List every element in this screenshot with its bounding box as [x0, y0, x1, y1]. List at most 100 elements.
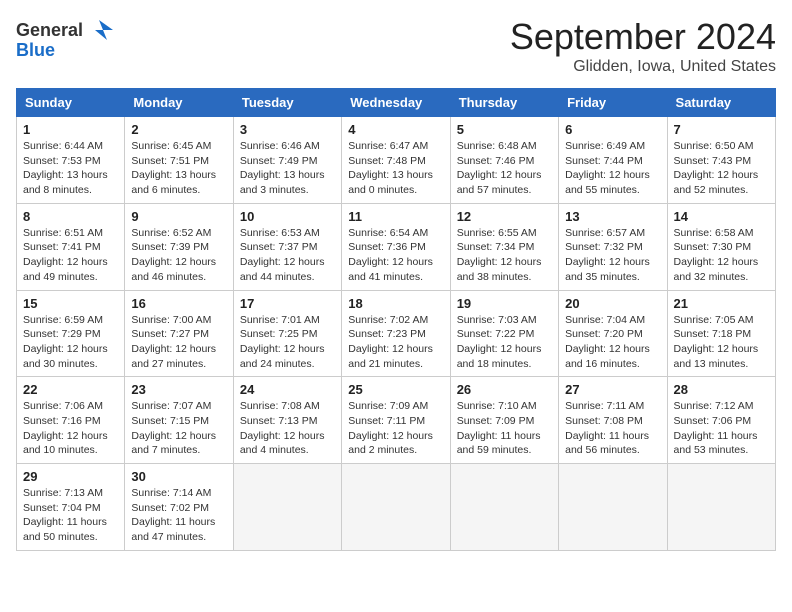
day-cell: 26 Sunrise: 7:10 AM Sunset: 7:09 PM Dayli… [450, 377, 558, 464]
day-info: Sunrise: 6:47 AM Sunset: 7:48 PM Dayligh… [348, 139, 443, 198]
day-cell [450, 464, 558, 551]
day-cell [233, 464, 341, 551]
day-cell: 22Sunrise: 7:06 AM Sunset: 7:16 PM Dayli… [17, 377, 125, 464]
day-cell: 1 Sunrise: 6:44 AM Sunset: 7:53 PM Daylig… [17, 117, 125, 204]
day-info: Sunrise: 6:48 AM Sunset: 7:46 PM Dayligh… [457, 139, 552, 198]
logo-text-general: General [16, 20, 83, 41]
day-info: Sunrise: 7:05 AM Sunset: 7:18 PM Dayligh… [674, 313, 769, 372]
calendar-table: SundayMondayTuesdayWednesdayThursdayFrid… [16, 88, 776, 551]
day-cell: 6Sunrise: 6:49 AM Sunset: 7:44 PM Daylig… [559, 117, 667, 204]
location-title: Glidden, Iowa, United States [510, 58, 776, 76]
day-number: 2 [131, 122, 226, 137]
day-number: 16 [131, 296, 226, 311]
week-row-1: 1 Sunrise: 6:44 AM Sunset: 7:53 PM Daylig… [17, 117, 776, 204]
day-cell [667, 464, 775, 551]
day-cell: 5 Sunrise: 6:48 AM Sunset: 7:46 PM Daylig… [450, 117, 558, 204]
day-number: 17 [240, 296, 335, 311]
day-cell: 19 Sunrise: 7:03 AM Sunset: 7:22 PM Dayli… [450, 290, 558, 377]
day-info: Sunrise: 7:11 AM Sunset: 7:08 PM Dayligh… [565, 399, 660, 458]
day-info: Sunrise: 7:09 AM Sunset: 7:11 PM Dayligh… [348, 399, 443, 458]
day-cell: 28 Sunrise: 7:12 AM Sunset: 7:06 PM Dayli… [667, 377, 775, 464]
day-number: 24 [240, 382, 335, 397]
page-header: General Blue September 2024 Glidden, Iow… [16, 16, 776, 76]
day-number: 20 [565, 296, 660, 311]
col-header-monday: Monday [125, 89, 233, 117]
day-number: 23 [131, 382, 226, 397]
day-cell: 7 Sunrise: 6:50 AM Sunset: 7:43 PM Daylig… [667, 117, 775, 204]
col-header-saturday: Saturday [667, 89, 775, 117]
day-cell: 24 Sunrise: 7:08 AM Sunset: 7:13 PM Dayli… [233, 377, 341, 464]
day-info: Sunrise: 7:06 AM Sunset: 7:16 PM Dayligh… [23, 399, 118, 458]
day-number: 14 [674, 209, 769, 224]
week-row-3: 15 Sunrise: 6:59 AM Sunset: 7:29 PM Dayli… [17, 290, 776, 377]
day-info: Sunrise: 7:07 AM Sunset: 7:15 PM Dayligh… [131, 399, 226, 458]
day-info: Sunrise: 7:12 AM Sunset: 7:06 PM Dayligh… [674, 399, 769, 458]
day-number: 15 [23, 296, 118, 311]
day-number: 6 [565, 122, 660, 137]
day-info: Sunrise: 7:03 AM Sunset: 7:22 PM Dayligh… [457, 313, 552, 372]
day-cell: 29Sunrise: 7:13 AM Sunset: 7:04 PM Dayli… [17, 464, 125, 551]
day-info: Sunrise: 7:00 AM Sunset: 7:27 PM Dayligh… [131, 313, 226, 372]
day-cell: 27 Sunrise: 7:11 AM Sunset: 7:08 PM Dayli… [559, 377, 667, 464]
day-cell: 4 Sunrise: 6:47 AM Sunset: 7:48 PM Daylig… [342, 117, 450, 204]
day-number: 25 [348, 382, 443, 397]
day-number: 12 [457, 209, 552, 224]
day-info: Sunrise: 7:04 AM Sunset: 7:20 PM Dayligh… [565, 313, 660, 372]
day-cell: 8Sunrise: 6:51 AM Sunset: 7:41 PM Daylig… [17, 203, 125, 290]
day-cell [559, 464, 667, 551]
month-title: September 2024 [510, 16, 776, 58]
day-number: 5 [457, 122, 552, 137]
day-cell: 23 Sunrise: 7:07 AM Sunset: 7:15 PM Dayli… [125, 377, 233, 464]
day-info: Sunrise: 7:10 AM Sunset: 7:09 PM Dayligh… [457, 399, 552, 458]
day-info: Sunrise: 6:44 AM Sunset: 7:53 PM Dayligh… [23, 139, 118, 198]
day-number: 21 [674, 296, 769, 311]
day-info: Sunrise: 6:50 AM Sunset: 7:43 PM Dayligh… [674, 139, 769, 198]
day-cell: 12Sunrise: 6:55 AM Sunset: 7:34 PM Dayli… [450, 203, 558, 290]
day-cell [342, 464, 450, 551]
calendar-header-row: SundayMondayTuesdayWednesdayThursdayFrid… [17, 89, 776, 117]
day-cell: 30Sunrise: 7:14 AM Sunset: 7:02 PM Dayli… [125, 464, 233, 551]
day-number: 8 [23, 209, 118, 224]
day-number: 1 [23, 122, 118, 137]
day-number: 27 [565, 382, 660, 397]
day-cell: 9 Sunrise: 6:52 AM Sunset: 7:39 PM Daylig… [125, 203, 233, 290]
day-info: Sunrise: 6:58 AM Sunset: 7:30 PM Dayligh… [674, 226, 769, 285]
logo: General Blue [16, 16, 113, 61]
logo-bird-icon [85, 16, 113, 44]
day-cell: 3 Sunrise: 6:46 AM Sunset: 7:49 PM Daylig… [233, 117, 341, 204]
day-cell: 2 Sunrise: 6:45 AM Sunset: 7:51 PM Daylig… [125, 117, 233, 204]
col-header-wednesday: Wednesday [342, 89, 450, 117]
day-info: Sunrise: 6:53 AM Sunset: 7:37 PM Dayligh… [240, 226, 335, 285]
day-cell: 16 Sunrise: 7:00 AM Sunset: 7:27 PM Dayli… [125, 290, 233, 377]
day-number: 4 [348, 122, 443, 137]
title-block: September 2024 Glidden, Iowa, United Sta… [510, 16, 776, 76]
day-cell: 14 Sunrise: 6:58 AM Sunset: 7:30 PM Dayli… [667, 203, 775, 290]
day-number: 26 [457, 382, 552, 397]
day-number: 19 [457, 296, 552, 311]
day-info: Sunrise: 6:54 AM Sunset: 7:36 PM Dayligh… [348, 226, 443, 285]
day-cell: 17 Sunrise: 7:01 AM Sunset: 7:25 PM Dayli… [233, 290, 341, 377]
day-info: Sunrise: 6:45 AM Sunset: 7:51 PM Dayligh… [131, 139, 226, 198]
day-info: Sunrise: 6:57 AM Sunset: 7:32 PM Dayligh… [565, 226, 660, 285]
day-number: 11 [348, 209, 443, 224]
day-number: 28 [674, 382, 769, 397]
day-info: Sunrise: 7:08 AM Sunset: 7:13 PM Dayligh… [240, 399, 335, 458]
day-info: Sunrise: 6:59 AM Sunset: 7:29 PM Dayligh… [23, 313, 118, 372]
day-cell: 18 Sunrise: 7:02 AM Sunset: 7:23 PM Dayli… [342, 290, 450, 377]
day-info: Sunrise: 7:02 AM Sunset: 7:23 PM Dayligh… [348, 313, 443, 372]
day-number: 7 [674, 122, 769, 137]
day-cell: 21 Sunrise: 7:05 AM Sunset: 7:18 PM Dayli… [667, 290, 775, 377]
day-number: 13 [565, 209, 660, 224]
day-number: 9 [131, 209, 226, 224]
day-number: 18 [348, 296, 443, 311]
day-info: Sunrise: 7:01 AM Sunset: 7:25 PM Dayligh… [240, 313, 335, 372]
day-info: Sunrise: 7:13 AM Sunset: 7:04 PM Dayligh… [23, 486, 118, 545]
col-header-thursday: Thursday [450, 89, 558, 117]
day-info: Sunrise: 6:46 AM Sunset: 7:49 PM Dayligh… [240, 139, 335, 198]
logo-text-blue: Blue [16, 40, 55, 61]
day-info: Sunrise: 6:52 AM Sunset: 7:39 PM Dayligh… [131, 226, 226, 285]
week-row-2: 8Sunrise: 6:51 AM Sunset: 7:41 PM Daylig… [17, 203, 776, 290]
day-number: 10 [240, 209, 335, 224]
day-number: 3 [240, 122, 335, 137]
day-cell: 15 Sunrise: 6:59 AM Sunset: 7:29 PM Dayli… [17, 290, 125, 377]
